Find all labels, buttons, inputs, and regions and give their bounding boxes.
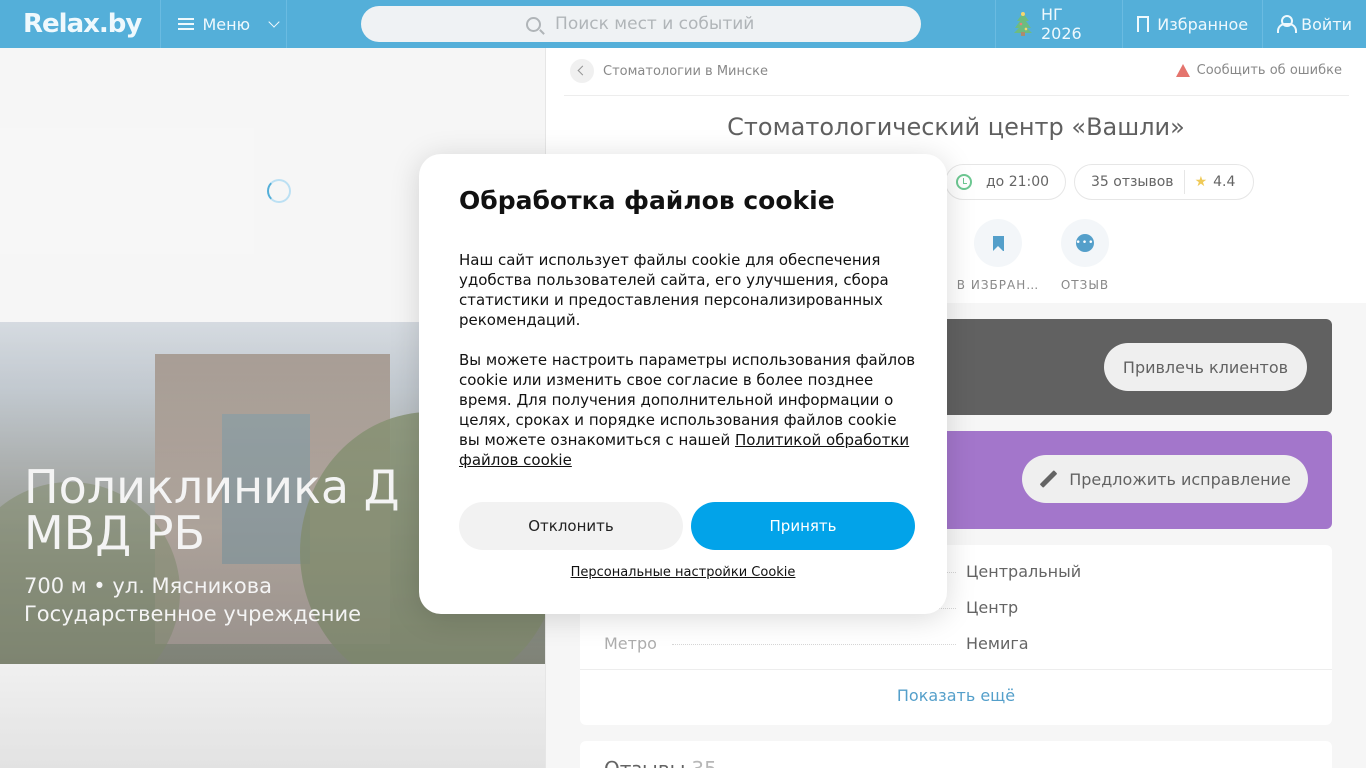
cookie-modal-title: Обработка файлов cookie [459,186,835,215]
decline-button[interactable]: Отклонить [459,502,683,550]
cookie-paragraph-2: Вы можете настроить параметры использова… [459,350,919,470]
accept-button[interactable]: Принять [691,502,915,550]
cookie-modal: Обработка файлов cookie Наш сайт использ… [419,154,947,614]
cookie-settings-link[interactable]: Персональные настройки Cookie [419,565,947,580]
cookie-paragraph-1: Наш сайт использует файлы cookie для обе… [459,251,889,329]
